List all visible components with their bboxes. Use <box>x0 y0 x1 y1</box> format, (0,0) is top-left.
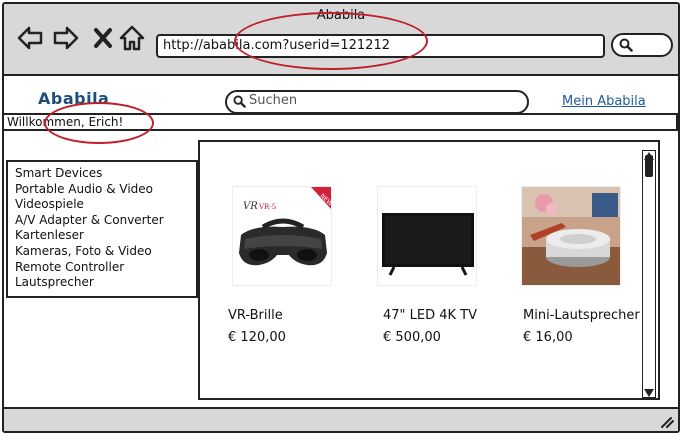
browser-titlebar: Ababila http://ababila.com?userid=121212 <box>4 4 678 76</box>
vr-goggles-image: NEW VR VR-5 <box>233 187 331 285</box>
product-name[interactable]: VR-Brille <box>228 308 283 323</box>
tv-image <box>378 187 476 285</box>
product-price: € 16,00 <box>523 330 573 345</box>
resize-grip-icon[interactable] <box>658 414 674 428</box>
search-placeholder: Suchen <box>249 93 298 108</box>
category-item[interactable]: Kameras, Foto & Video <box>15 244 196 260</box>
scroll-down-arrow-icon[interactable] <box>644 389 654 397</box>
vr-brand-mark: VR <box>243 201 258 212</box>
address-bar[interactable]: http://ababila.com?userid=121212 <box>156 34 605 58</box>
search-icon <box>233 95 246 108</box>
category-item[interactable]: A/V Adapter & Converter <box>15 213 196 229</box>
product-image-vr-goggles[interactable]: NEW VR VR-5 <box>232 186 332 286</box>
site-search-input[interactable]: Suchen <box>225 90 529 114</box>
product-card[interactable]: Mini-Lautsprecher € 16,00 <box>521 186 647 345</box>
my-account-link[interactable]: Mein Ababila <box>562 94 646 109</box>
site-logo[interactable]: Ababila <box>38 89 109 108</box>
product-image-tv[interactable] <box>377 186 477 286</box>
category-item[interactable]: Portable Audio & Video <box>15 182 196 198</box>
status-bar <box>4 407 678 431</box>
product-image-mini-speaker[interactable] <box>521 186 621 286</box>
category-item[interactable]: Lautsprecher <box>15 275 196 291</box>
search-icon <box>619 38 633 52</box>
close-x-icon[interactable] <box>90 24 118 52</box>
back-arrow-icon[interactable] <box>16 24 44 52</box>
welcome-message: Willkommen, Erich! <box>2 113 678 131</box>
forward-arrow-icon[interactable] <box>52 24 80 52</box>
mini-speaker-image <box>522 187 620 285</box>
category-item[interactable]: Remote Controller <box>15 260 196 276</box>
category-list: Smart Devices Portable Audio & Video Vid… <box>6 160 198 298</box>
category-item[interactable]: Videospiele <box>15 197 196 213</box>
product-card[interactable]: 47" LED 4K TV € 500,00 <box>377 186 503 345</box>
category-item[interactable]: Kartenleser <box>15 228 196 244</box>
window-title: Ababila <box>316 8 366 23</box>
category-item[interactable]: Smart Devices <box>15 166 196 182</box>
vr-model-label: VR-5 <box>258 203 276 211</box>
product-price: € 500,00 <box>383 330 441 345</box>
product-name[interactable]: 47" LED 4K TV <box>383 308 477 323</box>
product-card[interactable]: NEW VR VR-5 VR-Brille € 120,00 <box>228 186 358 345</box>
product-name[interactable]: Mini-Lautsprecher <box>523 308 640 323</box>
home-icon[interactable] <box>118 24 146 52</box>
browser-search-field[interactable] <box>611 33 673 57</box>
product-price: € 120,00 <box>228 330 286 345</box>
scroll-thumb[interactable] <box>645 155 653 177</box>
